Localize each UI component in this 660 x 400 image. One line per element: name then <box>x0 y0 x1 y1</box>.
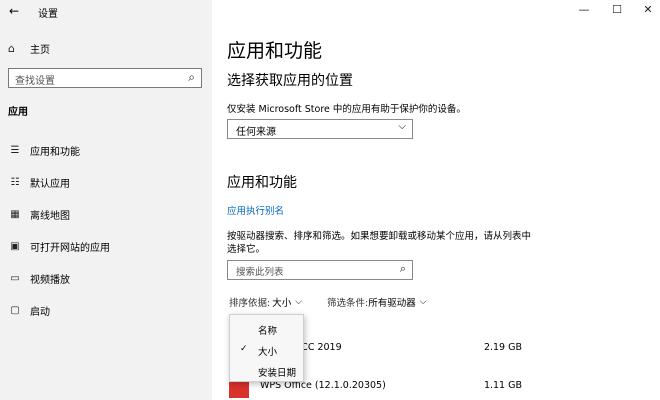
sort-label: 排序依据: <box>229 298 271 309</box>
sort-option-label: 大小 <box>258 347 278 358</box>
sidebar-item-home[interactable]: ⌂ 主页 <box>8 41 50 56</box>
search-placeholder: 搜索此列表 <box>236 267 284 278</box>
sidebar-item-label: 启动 <box>30 306 50 318</box>
app-source-select[interactable]: 任何来源 ⌵ <box>227 119 413 139</box>
filter-control[interactable]: 筛选条件: 所有驱动器 ⌵ <box>327 295 427 309</box>
sort-dropdown-menu: 名称 ✓ 大小 安装日期 <box>229 314 304 382</box>
sort-by-control[interactable]: 排序依据: 大小 ⌵ <box>229 295 302 309</box>
check-icon: ✓ <box>240 344 248 354</box>
chevron-down-icon: ⌵ <box>398 121 406 132</box>
sidebar-item-label: 离线地图 <box>30 210 70 222</box>
app-size: 2.19 GB <box>483 342 522 353</box>
website-icon: ▣ <box>10 240 20 252</box>
sidebar-item-default-apps[interactable]: ☷ 默认应用 <box>8 175 70 190</box>
app-list-search-input[interactable]: 搜索此列表 ⌕ <box>227 260 413 280</box>
sidebar-section-title: 应用 <box>8 107 28 118</box>
sidebar-item-video-playback[interactable]: ▭ 视频播放 <box>8 271 70 286</box>
filter-value: 所有驱动器 <box>368 298 416 309</box>
page-title: 应用和功能 <box>227 40 323 62</box>
sort-option-install-date[interactable]: 安装日期 <box>230 361 303 381</box>
list-icon: ☰ <box>10 144 20 156</box>
sidebar-item-label: 主页 <box>30 44 50 56</box>
sort-option-label: 名称 <box>258 326 278 337</box>
source-heading: 选择获取应用的位置 <box>227 73 353 89</box>
sidebar-item-offline-maps[interactable]: ▦ 离线地图 <box>8 207 70 222</box>
sidebar-item-apps-features[interactable]: ☰ 应用和功能 <box>8 143 80 158</box>
chevron-down-icon: ⌵ <box>419 297 427 307</box>
default-apps-icon: ☷ <box>10 176 20 188</box>
search-placeholder: 查找设置 <box>15 76 55 87</box>
apps-heading: 应用和功能 <box>227 175 297 191</box>
sidebar-item-label: 可打开网站的应用 <box>30 242 110 254</box>
source-description: 仅安装 Microsoft Store 中的应用有助于保护你的设备。 <box>227 104 466 115</box>
sidebar-item-label: 应用和功能 <box>30 146 80 158</box>
filter-label: 筛选条件: <box>327 298 369 309</box>
sidebar-item-apps-for-websites[interactable]: ▣ 可打开网站的应用 <box>8 239 110 254</box>
sidebar: ← 设置 ⌂ 主页 查找设置 ⌕ 应用 ☰ 应用和功能 ☷ 默认应用 ▦ 离线地… <box>0 0 212 400</box>
sort-value: 大小 <box>272 298 292 309</box>
map-icon: ▦ <box>10 208 20 220</box>
sidebar-item-startup[interactable]: ▢ 启动 <box>8 303 50 318</box>
back-arrow-icon[interactable]: ← <box>6 3 22 19</box>
search-icon: ⌕ <box>188 70 195 84</box>
settings-search-input[interactable]: 查找设置 ⌕ <box>8 68 202 88</box>
app-size: 1.11 GB <box>483 380 522 391</box>
sidebar-item-label: 默认应用 <box>30 178 70 190</box>
sort-option-label: 安装日期 <box>258 368 297 379</box>
video-icon: ▭ <box>10 272 20 284</box>
apps-description: 按驱动器搜索、排序和筛选。如果想要卸载或移动某个应用，请从列表中选择它。 <box>227 231 532 255</box>
sort-option-size[interactable]: ✓ 大小 <box>230 340 303 360</box>
startup-icon: ▢ <box>10 304 20 316</box>
app-source-value: 任何来源 <box>236 127 276 138</box>
chevron-down-icon: ⌵ <box>295 297 303 307</box>
home-icon: ⌂ <box>8 41 15 55</box>
sort-option-name[interactable]: 名称 <box>230 319 303 339</box>
search-icon: ⌕ <box>399 262 406 275</box>
sidebar-item-label: 视频播放 <box>30 274 70 286</box>
app-execution-alias-link[interactable]: 应用执行别名 <box>227 203 284 217</box>
window-title: 设置 <box>38 9 58 20</box>
